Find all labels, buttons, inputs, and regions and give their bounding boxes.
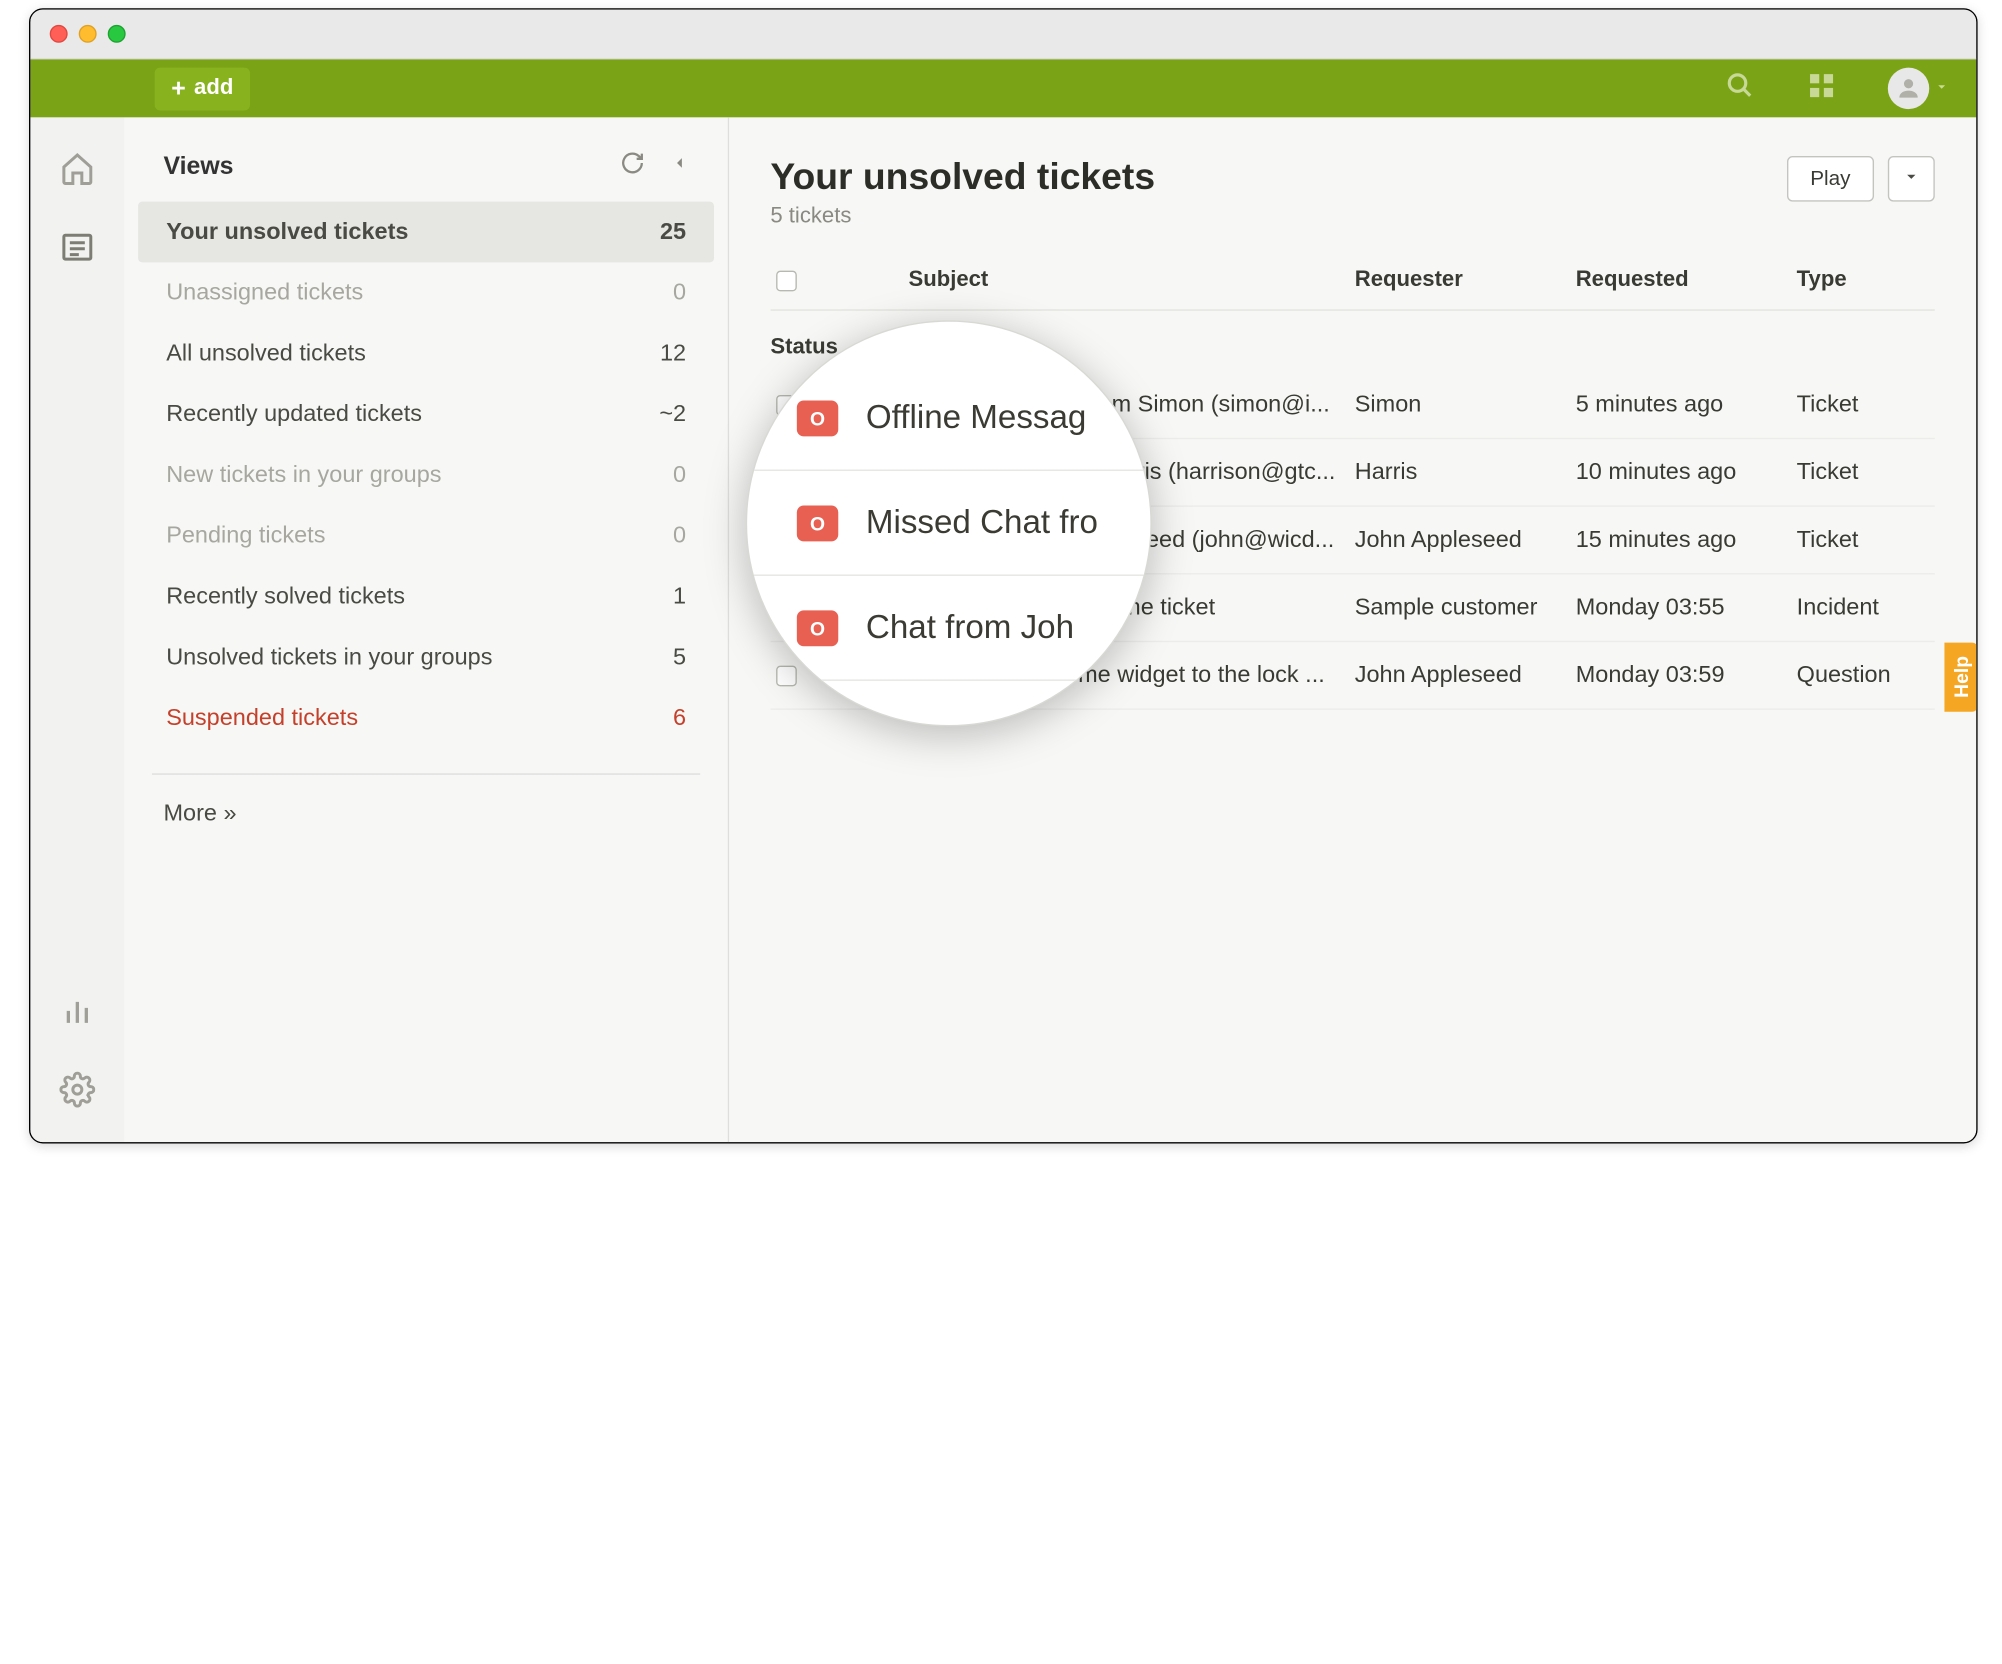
- sidebar: Views Your unsolved tickets 25 Unassigned …: [125, 117, 729, 1142]
- view-count: ~2: [659, 400, 686, 428]
- view-count: 0: [673, 461, 686, 489]
- magnifier-row: O Missed Chat fro: [747, 471, 1150, 576]
- col-requester[interactable]: Requester: [1355, 268, 1576, 293]
- magnifier-text: Offline Messag: [866, 398, 1086, 437]
- window-close-dot[interactable]: [50, 25, 68, 43]
- table-header: Subject Requester Requested Type: [770, 229, 1934, 310]
- home-icon[interactable]: [60, 151, 96, 194]
- row-requester: Harris: [1355, 458, 1576, 486]
- add-button-label: add: [194, 76, 233, 101]
- status-badge: O: [797, 400, 838, 436]
- sidebar-view-item[interactable]: Pending tickets 0: [139, 505, 714, 566]
- view-count: 0: [673, 522, 686, 550]
- col-requested[interactable]: Requested: [1576, 268, 1797, 293]
- magnifier-text: Chat from Joh: [866, 608, 1074, 647]
- view-label: Pending tickets: [166, 522, 325, 550]
- view-label: Unassigned tickets: [166, 279, 363, 307]
- sidebar-view-item[interactable]: New tickets in your groups 0: [139, 445, 714, 506]
- view-count: 1: [673, 583, 686, 611]
- play-button[interactable]: Play: [1787, 156, 1874, 202]
- avatar-icon: [1888, 68, 1929, 109]
- profile-menu[interactable]: [1888, 68, 1949, 109]
- row-requested: 10 minutes ago: [1576, 458, 1797, 486]
- view-count: 12: [660, 340, 686, 368]
- view-label: Suspended tickets: [166, 704, 358, 732]
- view-label: Recently updated tickets: [166, 400, 422, 428]
- row-requester: Simon: [1355, 391, 1576, 419]
- views-icon[interactable]: [60, 229, 96, 272]
- add-button[interactable]: + add: [155, 67, 250, 110]
- select-all-checkbox[interactable]: [776, 270, 797, 291]
- view-label: Unsolved tickets in your groups: [166, 644, 492, 672]
- sidebar-view-item[interactable]: Suspended tickets 6: [139, 688, 714, 749]
- view-count: 25: [660, 218, 686, 246]
- sidebar-title: Views: [163, 152, 233, 181]
- row-type: Ticket: [1797, 391, 1935, 419]
- row-requester: Sample customer: [1355, 594, 1576, 622]
- view-label: Recently solved tickets: [166, 583, 405, 611]
- magnifier-row: O Offline Messag: [747, 366, 1150, 471]
- col-subject[interactable]: Subject: [908, 268, 1354, 293]
- help-tab[interactable]: Help: [1944, 642, 1977, 712]
- titlebar: [30, 10, 1976, 60]
- row-type: Question: [1797, 661, 1935, 689]
- view-count: 0: [673, 279, 686, 307]
- refresh-icon[interactable]: [620, 151, 645, 183]
- row-checkbox[interactable]: [776, 665, 797, 686]
- row-requested: 15 minutes ago: [1576, 526, 1797, 554]
- page-subtitle: 5 tickets: [770, 204, 1155, 229]
- magnifier-text: Missed Chat fro: [866, 503, 1098, 542]
- row-type: Ticket: [1797, 526, 1935, 554]
- nav-rail: [30, 117, 124, 1142]
- col-type[interactable]: Type: [1797, 268, 1935, 293]
- status-badge: O: [797, 610, 838, 646]
- play-options-button[interactable]: [1888, 156, 1935, 202]
- apps-icon[interactable]: [1808, 71, 1836, 106]
- sidebar-view-item[interactable]: Unsolved tickets in your groups 5: [139, 627, 714, 688]
- view-label: All unsolved tickets: [166, 340, 366, 368]
- row-requested: 5 minutes ago: [1576, 391, 1797, 419]
- window-minimize-dot[interactable]: [79, 25, 97, 43]
- sidebar-view-item[interactable]: Recently updated tickets ~2: [139, 384, 714, 445]
- row-requested: Monday 03:55: [1576, 594, 1797, 622]
- view-list: Your unsolved tickets 25 Unassigned ticket…: [125, 202, 728, 749]
- view-label: New tickets in your groups: [166, 461, 441, 489]
- reports-icon[interactable]: [60, 993, 96, 1036]
- row-requested: Monday 03:59: [1576, 661, 1797, 689]
- row-requester: John Appleseed: [1355, 661, 1576, 689]
- settings-icon[interactable]: [60, 1072, 96, 1115]
- sidebar-view-item[interactable]: Recently solved tickets 1: [139, 566, 714, 627]
- plus-icon: +: [171, 74, 186, 103]
- row-type: Incident: [1797, 594, 1935, 622]
- topbar: + add: [30, 59, 1976, 117]
- view-count: 5: [673, 644, 686, 672]
- sidebar-view-item[interactable]: Your unsolved tickets 25: [139, 202, 714, 263]
- status-badge: O: [797, 505, 838, 541]
- magnifier-overlay: O Offline Messag O Missed Chat fro O Chat fro…: [746, 320, 1152, 726]
- view-label: Your unsolved tickets: [166, 218, 408, 246]
- sidebar-view-item[interactable]: All unsolved tickets 12: [139, 323, 714, 384]
- chevron-down-icon: [1935, 76, 1949, 101]
- row-requester: John Appleseed: [1355, 526, 1576, 554]
- search-icon[interactable]: [1725, 70, 1755, 107]
- view-count: 6: [673, 704, 686, 732]
- window-maximize-dot[interactable]: [108, 25, 126, 43]
- views-more-link[interactable]: More »: [125, 775, 728, 852]
- page-title: Your unsolved tickets: [770, 156, 1155, 199]
- magnifier-row: O Chat from Joh: [747, 576, 1150, 681]
- collapse-icon[interactable]: [670, 151, 689, 183]
- sidebar-view-item[interactable]: Unassigned tickets 0: [139, 262, 714, 323]
- row-type: Ticket: [1797, 458, 1935, 486]
